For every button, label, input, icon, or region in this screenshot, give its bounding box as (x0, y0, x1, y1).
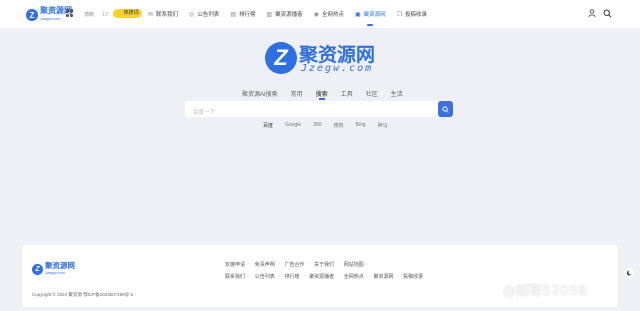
engine-google[interactable]: Google (285, 122, 301, 129)
search-box (185, 101, 438, 121)
nav-label: 聚资源网 (363, 12, 386, 18)
engine-baidu[interactable]: 百度 (263, 122, 273, 129)
nav-label: 排行榜 (238, 12, 256, 18)
footer-link-broadcaster[interactable]: 聚资源播者 (309, 273, 334, 280)
footer-link-announcements[interactable]: 公告列表 (255, 273, 275, 280)
tab-ai-search[interactable]: 聚资源AI搜索 (242, 89, 278, 98)
separator: · (278, 273, 281, 279)
tab-common[interactable]: 常用 (291, 89, 303, 98)
separator: · (338, 273, 340, 279)
separator: · (367, 273, 370, 279)
footer-link-submit[interactable]: 投稿收录 (403, 273, 423, 280)
hero-logo: Z 聚资源网 Jzegw.com (265, 40, 380, 78)
tab-life[interactable]: 生活 (391, 89, 403, 98)
separator: · (308, 261, 311, 267)
nav-item-broadcaster[interactable]: ▥ 聚资源播者 (267, 0, 303, 28)
nav-label: 聚资源播者 (275, 12, 303, 18)
footer-link-ranking[interactable]: 排行榜 (284, 273, 299, 280)
search-engine-list: 百度 Google 360 搜狗 Bing 神马 (263, 122, 400, 129)
footer-links-row1: 友链申请 · 免责声明 · 广告合作 · 关于我们 · 网站地图 (225, 261, 364, 268)
weather-widget[interactable]: 渭南 10° (84, 11, 110, 18)
footer-links-row2: 联系我们 · 公告列表 · 排行榜 · 聚资源播者 · 全网热点 · 聚资源网 · 投稿收录 (225, 273, 423, 280)
nav-item-home[interactable]: ▣ 聚资源网 (355, 0, 386, 28)
broadcast-icon: ▥ (266, 11, 273, 18)
nav-item-hot-topics[interactable]: ◉ 全网热点 (314, 0, 344, 28)
separator: · (397, 273, 400, 279)
user-icon[interactable] (588, 9, 596, 18)
top-navbar: Z 聚资源网 Jzegw.com 渭南 10° ⚡ 热搜词 ✉ 联系我们 ◎ 公告列表… (0, 0, 640, 28)
footer-link-home[interactable]: 聚资源网 (373, 273, 393, 280)
submit-icon: ❐ (396, 11, 403, 18)
footer-logo[interactable]: Z 聚资源网 Jzegw.com (32, 262, 75, 276)
logo-z-icon: Z (26, 9, 38, 21)
engine-sogou[interactable]: 搜狗 (333, 122, 343, 129)
footer-logo-domain: Jzegw.com (45, 270, 65, 275)
footer-link-friend[interactable]: 友链申请 (225, 261, 245, 268)
engine-360[interactable]: 360 (313, 122, 321, 129)
main-nav: ✉ 联系我们 ◎ 公告列表 ▤ 排行榜 ▥ 聚资源播者 ◉ 全网热点 ▣ 聚资源网 ❐ 投稿收… (148, 0, 438, 28)
fire-icon: ◉ (313, 11, 319, 18)
theme-toggle-button[interactable] (624, 268, 634, 278)
nav-item-submit[interactable]: ❐ 投稿收录 (397, 0, 427, 28)
nav-label: 投稿收录 (405, 12, 428, 18)
separator: · (338, 261, 340, 267)
search-button-icon (442, 105, 449, 113)
nav-item-contact[interactable]: ✉ 联系我们 (148, 0, 178, 28)
watermark-text: @朗哥52058 (503, 284, 588, 299)
nav-item-ranking[interactable]: ▤ 排行榜 (230, 0, 255, 28)
engine-bing[interactable]: Bing (356, 122, 366, 129)
separator: · (303, 273, 306, 279)
apps-grid-icon[interactable] (66, 9, 74, 17)
separator: · (249, 261, 251, 267)
tab-community[interactable]: 社区 (366, 89, 378, 98)
nav-item-announcements[interactable]: ◎ 公告列表 (189, 0, 219, 28)
tab-search[interactable]: 搜索 (316, 89, 328, 100)
footer-link-sitemap[interactable]: 网站地图 (344, 261, 364, 268)
footer-link-ads[interactable]: 广告合作 (284, 261, 304, 268)
footer-logo-z-icon: Z (32, 263, 43, 275)
home-icon: ▣ (354, 11, 361, 18)
search-button[interactable] (438, 101, 453, 117)
moon-icon (626, 270, 632, 276)
search-category-tabs: 聚资源AI搜索 常用 搜索 工具 社区 生活 (242, 89, 416, 100)
ranking-icon: ▤ (230, 11, 236, 18)
bell-icon: ◎ (189, 11, 195, 18)
nav-label: 联系我们 (156, 12, 179, 18)
footer-link-hot-topics[interactable]: 全网热点 (344, 273, 364, 280)
footer-link-contact[interactable]: 联系我们 (225, 273, 245, 280)
separator: · (249, 273, 251, 279)
engine-shenma[interactable]: 神马 (378, 122, 388, 129)
hero-site-domain: Jzegw.com (301, 63, 374, 74)
separator: · (278, 261, 281, 267)
footer-link-about[interactable]: 关于我们 (314, 261, 334, 268)
hero-logo-z-icon: Z (265, 42, 297, 74)
copyright-text: Copyright © 2024 聚资源 鄂ICP备2023007158号-2 (32, 292, 134, 297)
mail-icon: ✉ (148, 11, 154, 18)
hot-search-badge[interactable]: ⚡ 热搜词 (113, 9, 142, 18)
weather-city: 渭南 (84, 12, 95, 18)
weather-temp: 10° (102, 12, 110, 18)
search-input[interactable] (185, 105, 425, 121)
nav-label: 公告列表 (197, 12, 220, 18)
tab-tools[interactable]: 工具 (341, 89, 353, 98)
footer-link-disclaimer[interactable]: 免责声明 (255, 261, 275, 268)
footer-logo-name: 聚资源网 (45, 261, 75, 270)
nav-label: 全网热点 (321, 12, 344, 18)
search-icon[interactable] (603, 9, 612, 18)
